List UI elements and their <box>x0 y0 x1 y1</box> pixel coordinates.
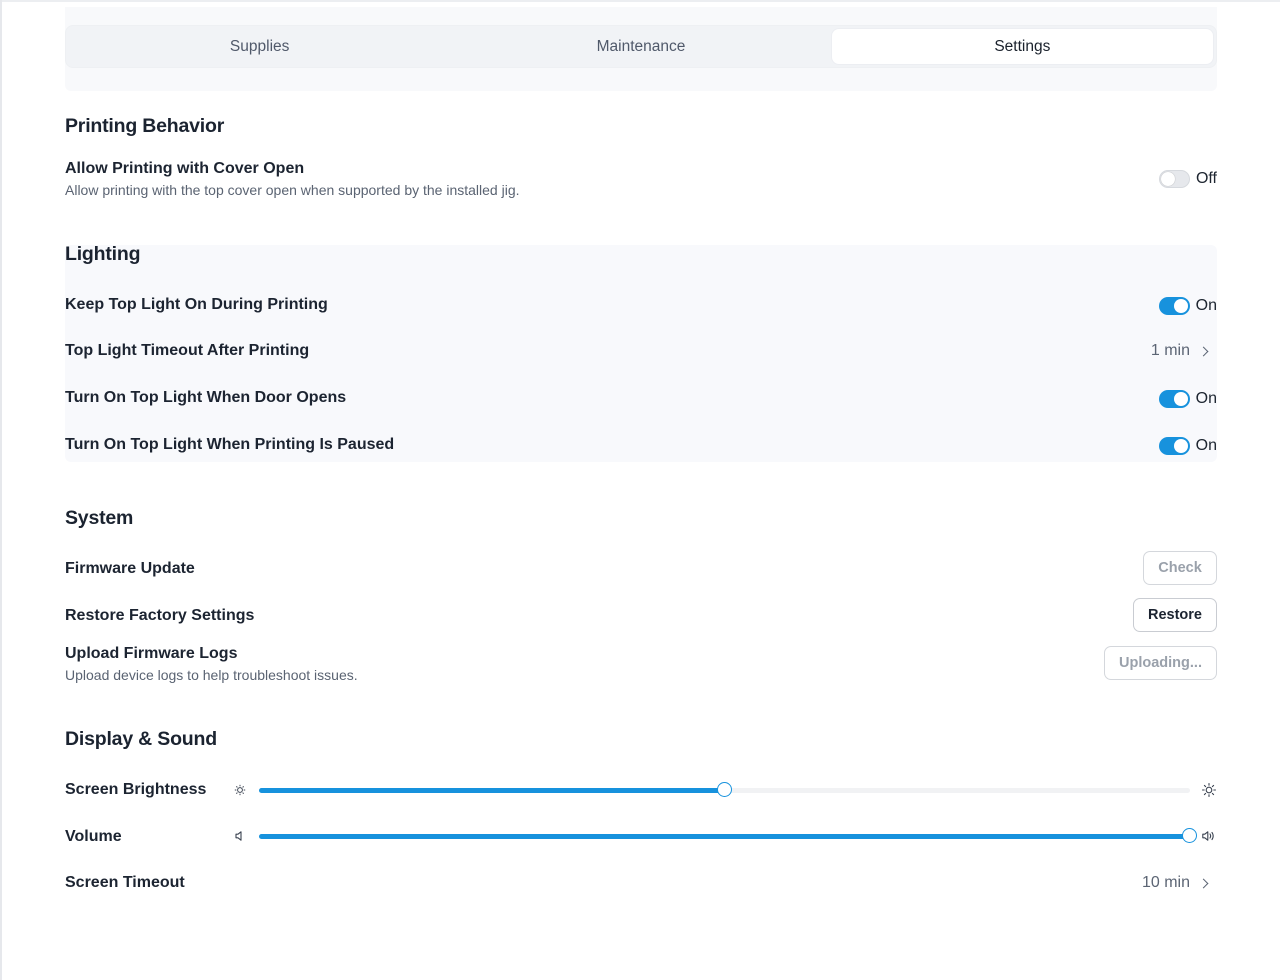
volume-slider-thumb[interactable] <box>1182 828 1197 843</box>
tab-bar: Supplies Maintenance Settings <box>65 25 1217 68</box>
toggle-state-text: Off <box>1195 170 1217 187</box>
screen-timeout-selector[interactable]: 10 min <box>1142 874 1217 892</box>
toggle-switch[interactable] <box>1158 437 1190 455</box>
cover-open-label: Allow Printing with Cover Open <box>65 160 305 177</box>
screen-timeout-label: Screen Timeout <box>65 874 185 891</box>
toggle-knob <box>1173 392 1188 406</box>
top-light-timeout-label: Top Light Timeout After Printing <box>65 342 310 359</box>
upload-logs-label: Upload Firmware Logs <box>65 645 238 662</box>
brightness-low-icon <box>234 784 246 796</box>
section-title-printing-behavior: Printing Behavior <box>65 115 225 137</box>
volume-slider-fill <box>259 834 1190 839</box>
brightness-slider[interactable] <box>259 782 1190 797</box>
toggle-switch[interactable] <box>1158 390 1190 408</box>
tab-supplies[interactable]: Supplies <box>69 29 450 64</box>
section-title-lighting: Lighting <box>65 243 141 265</box>
tab-settings[interactable]: Settings <box>831 29 1213 64</box>
brightness-slider-thumb[interactable] <box>716 782 732 797</box>
toggle-knob <box>1173 299 1188 313</box>
brightness-slider-fill <box>259 788 725 793</box>
volume-high-icon <box>1202 831 1214 841</box>
section-title-system: System <box>65 507 134 529</box>
brightness-high-icon <box>1201 782 1217 798</box>
restore-factory-label: Restore Factory Settings <box>65 607 255 624</box>
cover-open-description: Allow printing with the top cover open w… <box>65 182 520 198</box>
chevron-right-icon <box>1198 878 1209 888</box>
toggle-knob <box>1160 172 1175 186</box>
section-title-display-sound: Display & Sound <box>65 728 217 750</box>
window-left-border <box>0 0 2 980</box>
check-button[interactable]: Check <box>1143 551 1217 585</box>
toggle-knob <box>1173 439 1188 453</box>
paused-label: Turn On Top Light When Printing Is Pause… <box>65 436 395 453</box>
toggle-state-text: On <box>1195 437 1217 454</box>
window-top-border <box>0 0 1280 2</box>
upload-logs-description: Upload device logs to help troubleshoot … <box>65 667 358 683</box>
restore-button[interactable]: Restore <box>1133 598 1217 632</box>
toggle-state-text: On <box>1195 390 1217 407</box>
keep-top-light-toggle[interactable]: On <box>1158 297 1217 315</box>
volume-low-icon <box>235 831 242 841</box>
firmware-update-label: Firmware Update <box>65 560 195 577</box>
keep-top-light-label: Keep Top Light On During Printing <box>65 296 328 313</box>
cover-open-toggle[interactable]: Off <box>1158 170 1217 188</box>
top-light-timeout-value: 1 min <box>1150 342 1190 359</box>
door-opens-label: Turn On Top Light When Door Opens <box>65 389 347 406</box>
volume-slider-row <box>65 824 1217 848</box>
brightness-slider-row <box>65 778 1217 802</box>
tab-maintenance[interactable]: Maintenance <box>450 29 831 64</box>
door-opens-toggle[interactable]: On <box>1158 390 1217 408</box>
paused-toggle[interactable]: On <box>1158 437 1217 455</box>
volume-slider[interactable] <box>259 828 1197 843</box>
tab-bar-container: Supplies Maintenance Settings <box>65 7 1217 91</box>
toggle-state-text: On <box>1195 297 1217 314</box>
screen-timeout-value: 10 min <box>1141 874 1190 891</box>
toggle-switch[interactable] <box>1158 170 1190 188</box>
chevron-right-icon <box>1198 346 1209 356</box>
uploading-button[interactable]: Uploading... <box>1104 646 1217 680</box>
top-light-timeout-selector[interactable]: 1 min <box>1151 342 1217 360</box>
toggle-switch[interactable] <box>1158 297 1190 315</box>
